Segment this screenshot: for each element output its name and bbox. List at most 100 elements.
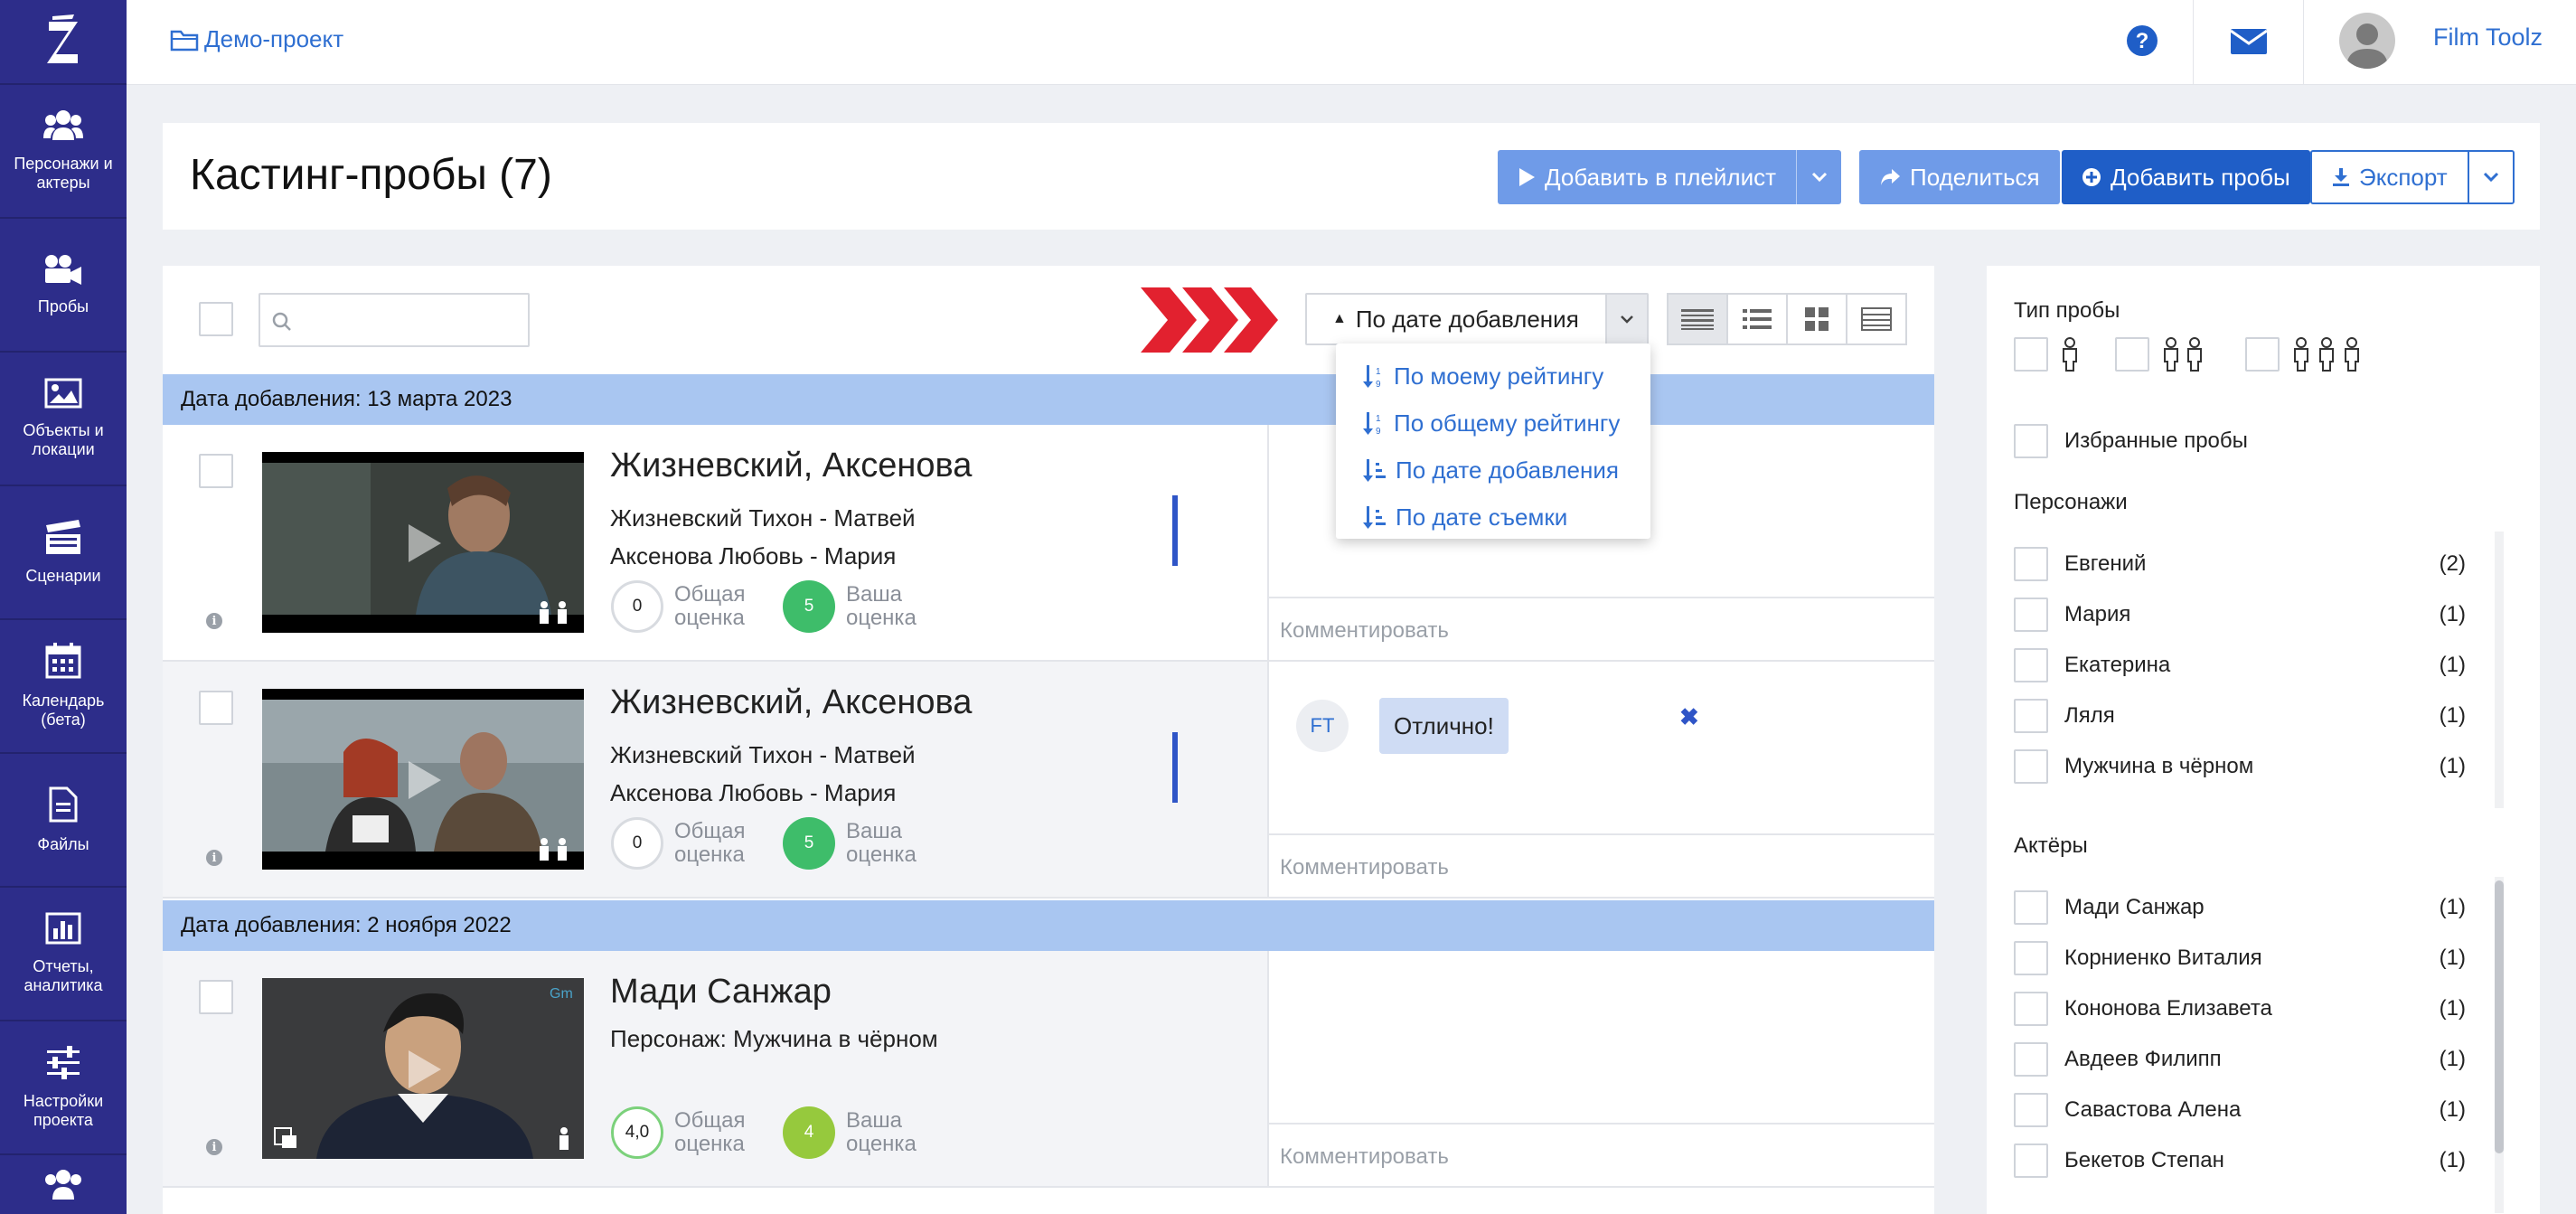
view-grid-button[interactable]: [1788, 295, 1847, 343]
favorites-filter[interactable]: Избранные пробы: [2014, 423, 2466, 459]
type-filter-single[interactable]: [2014, 336, 2081, 372]
card-title[interactable]: Мади Санжар: [610, 973, 832, 1012]
character-filter-item[interactable]: Евгений (2): [2014, 546, 2466, 582]
character-filter-item[interactable]: Мария (1): [2014, 597, 2466, 633]
avatar[interactable]: [2339, 13, 2395, 69]
comment-input[interactable]: Комментировать: [1269, 597, 1934, 660]
my-score[interactable]: 5: [783, 817, 835, 870]
type-checkbox[interactable]: [2014, 337, 2048, 372]
view-table-button[interactable]: [1847, 295, 1905, 343]
sort-dropdown-toggle[interactable]: [1605, 295, 1647, 343]
delete-comment-icon[interactable]: ✖: [1679, 703, 1699, 731]
character-checkbox[interactable]: [2014, 648, 2048, 682]
export-button[interactable]: Экспорт: [2310, 150, 2515, 204]
actor-filter-item[interactable]: Савастова Алена (1): [2014, 1092, 2466, 1128]
card-checkbox[interactable]: [199, 691, 233, 725]
share-button[interactable]: Поделиться: [1859, 150, 2060, 204]
svg-text:?: ?: [2136, 29, 2149, 53]
card-title[interactable]: Жизневский, Аксенова: [610, 683, 972, 722]
character-checkbox[interactable]: [2014, 699, 2048, 733]
project-link[interactable]: Демо-проект: [170, 25, 343, 53]
my-rating[interactable]: 5 Ваша оценка: [783, 817, 936, 870]
type-checkbox[interactable]: [2245, 337, 2280, 372]
my-score[interactable]: 5: [783, 580, 835, 633]
character-checkbox[interactable]: [2014, 598, 2048, 632]
playlist-dropdown-toggle[interactable]: [1796, 150, 1841, 204]
add-to-playlist-button[interactable]: Добавить в плейлист: [1498, 150, 1842, 204]
view-list-button[interactable]: [1728, 295, 1788, 343]
characters-scrollbar[interactable]: [2495, 532, 2504, 808]
actor-filter-item[interactable]: Корниенко Виталия (1): [2014, 940, 2466, 976]
actor-filter-item[interactable]: Мади Санжар (1): [2014, 889, 2466, 926]
sidebar-item-settings[interactable]: Настройки проекта: [0, 1021, 127, 1155]
my-score[interactable]: 4: [783, 1106, 835, 1159]
comment-input[interactable]: Комментировать: [1269, 833, 1934, 897]
add-tests-button[interactable]: Добавить пробы: [2062, 150, 2310, 204]
sort-option-date-added[interactable]: По дате добавления: [1336, 447, 1650, 494]
actor-name: Кононова Елизавета: [2064, 996, 2272, 1021]
sidebar-item-characters[interactable]: Персонажи и актеры: [0, 85, 127, 219]
mail-icon[interactable]: [2229, 25, 2269, 58]
sidebar-item-reports[interactable]: Отчеты, аналитика: [0, 888, 127, 1021]
card-checkbox[interactable]: [199, 980, 233, 1014]
play-icon: [409, 761, 441, 799]
two-people-outline-icon: [2164, 337, 2202, 372]
comments-area: Комментировать: [1267, 951, 1934, 1186]
actor-filter-item[interactable]: Авдеев Филипп (1): [2014, 1041, 2466, 1078]
export-label: Экспорт: [2359, 163, 2448, 191]
actor-checkbox[interactable]: [2014, 1093, 2048, 1127]
my-rating[interactable]: 5 Ваша оценка: [783, 580, 936, 633]
sort-option-overall-rating[interactable]: 19 По общему рейтингу: [1336, 400, 1650, 447]
sort-select[interactable]: ▲ По дате добавления: [1305, 293, 1649, 345]
sort-option-shoot-date[interactable]: По дате съемки: [1336, 494, 1650, 541]
add-tests-label: Добавить пробы: [2111, 163, 2290, 191]
actor-filter-item[interactable]: Бекетов Степан (1): [2014, 1143, 2466, 1179]
clapperboard-icon: [46, 519, 80, 554]
comment-input[interactable]: Комментировать: [1269, 1123, 1934, 1186]
username[interactable]: Film Toolz: [2433, 24, 2543, 52]
sidebar-item-locations[interactable]: Объекты и локации: [0, 353, 127, 486]
type-checkbox[interactable]: [2115, 337, 2149, 372]
app-logo[interactable]: [0, 0, 127, 85]
actor-checkbox[interactable]: [2014, 941, 2048, 975]
favorites-checkbox[interactable]: [2014, 424, 2048, 458]
view-detailed-list-button[interactable]: [1669, 295, 1728, 343]
photo-thumbnail[interactable]: Gm: [262, 978, 584, 1159]
select-all-checkbox[interactable]: [199, 302, 233, 336]
character-filter-item[interactable]: Ляля (1): [2014, 698, 2466, 734]
card-checkbox[interactable]: [199, 454, 233, 488]
character-filter-item[interactable]: Мужчина в чёрном (1): [2014, 748, 2466, 785]
character-checkbox[interactable]: [2014, 547, 2048, 581]
sidebar-item-label: Персонажи и актеры: [14, 155, 113, 192]
sort-option-my-rating[interactable]: 19 По моему рейтингу: [1336, 353, 1650, 400]
my-rating[interactable]: 4 Ваша оценка: [783, 1106, 936, 1159]
help-icon[interactable]: ?: [2124, 23, 2160, 59]
sidebar-item-scripts[interactable]: Сценарии: [0, 486, 127, 620]
actor-checkbox[interactable]: [2014, 1042, 2048, 1077]
video-thumbnail[interactable]: [262, 689, 584, 870]
one-person-icon: [559, 1127, 569, 1150]
chevron-down-icon: [2483, 172, 2498, 183]
info-icon[interactable]: i: [206, 613, 222, 629]
card-title[interactable]: Жизневский, Аксенова: [610, 447, 972, 485]
sidebar-item-calendar[interactable]: Календарь (бета): [0, 620, 127, 754]
actors-scrollbar-thumb[interactable]: [2495, 880, 2504, 1153]
character-filter-item[interactable]: Екатерина (1): [2014, 647, 2466, 683]
sidebar-item-more[interactable]: [0, 1155, 127, 1214]
actor-filter-item[interactable]: Кононова Елизавета (1): [2014, 991, 2466, 1027]
my-score-label: Ваша оценка: [846, 1108, 917, 1156]
type-filter-pair[interactable]: [2115, 336, 2207, 372]
sidebar-item-files[interactable]: Файлы: [0, 754, 127, 888]
actor-checkbox[interactable]: [2014, 1143, 2048, 1178]
export-dropdown-toggle[interactable]: [2467, 152, 2513, 202]
info-icon[interactable]: i: [206, 1139, 222, 1155]
actor-checkbox[interactable]: [2014, 992, 2048, 1026]
sidebar-item-tests[interactable]: Пробы: [0, 219, 127, 353]
actor-checkbox[interactable]: [2014, 890, 2048, 925]
character-checkbox[interactable]: [2014, 749, 2048, 784]
list-icon: [1743, 309, 1772, 329]
info-icon[interactable]: i: [206, 850, 222, 866]
search-input[interactable]: [259, 293, 530, 347]
video-thumbnail[interactable]: [262, 452, 584, 633]
type-filter-group[interactable]: [2245, 336, 2363, 372]
